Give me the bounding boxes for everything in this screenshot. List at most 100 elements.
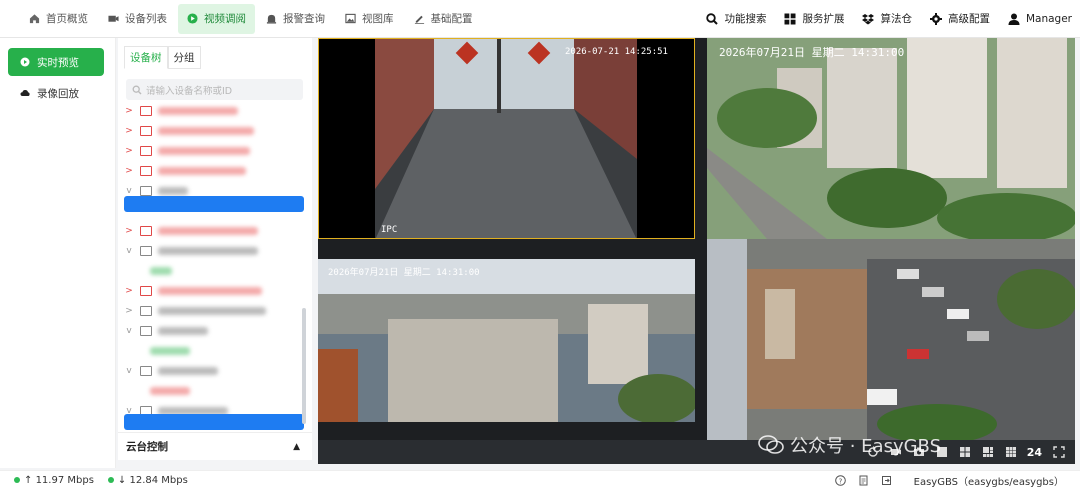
search-icon [132, 85, 142, 94]
advanced-config-button[interactable]: 高级配置 [929, 11, 990, 26]
layout-6-icon[interactable] [982, 446, 994, 458]
wechat-watermark: 公众号 · EasyGBS [758, 432, 941, 458]
user-menu[interactable]: Manager [1008, 13, 1072, 25]
document-icon[interactable] [858, 475, 869, 486]
layout-4-icon[interactable] [959, 446, 971, 458]
function-search-label: 功能搜索 [724, 13, 767, 25]
algorithm-store-button[interactable]: 算法仓 [862, 11, 912, 26]
tree-node[interactable]: v [124, 362, 304, 380]
tree-node[interactable]: v [124, 242, 304, 260]
tab-group[interactable]: 分组 [167, 46, 201, 69]
status-dot [14, 477, 20, 483]
video-frame-indoor [375, 39, 637, 238]
search-icon [706, 12, 719, 25]
export-icon[interactable] [881, 475, 892, 486]
video-frame-city [318, 259, 695, 422]
gear-icon [929, 12, 942, 25]
right-menu: 功能搜索 服务扩展 算法仓 高级配置 Manager [688, 11, 1080, 26]
tree-node[interactable]: > [124, 122, 304, 140]
chevron-down-icon[interactable]: v [124, 246, 134, 256]
tree-node[interactable]: > [124, 102, 304, 120]
folder-icon [140, 226, 152, 236]
selected-channel-row[interactable] [124, 414, 304, 430]
nav-video[interactable]: 视频调阅 [178, 3, 255, 34]
live-preview-label: 实时预览 [37, 56, 79, 69]
nav-alarm[interactable]: 报警查询 [257, 4, 334, 34]
status-dot [107, 477, 114, 483]
chevron-down-icon[interactable]: v [124, 186, 134, 196]
help-icon[interactable]: ? [834, 474, 846, 486]
nav-config[interactable]: 基础配置 [405, 4, 482, 34]
video-cell-4[interactable] [707, 239, 1075, 440]
fullscreen-icon[interactable] [1053, 446, 1065, 458]
redacted-device-name [158, 367, 218, 375]
nav-devices[interactable]: 设备列表 [99, 4, 176, 34]
video-frame-buildings [707, 38, 1075, 239]
device-tree-panel: 设备树 分组 请输入设备名称或ID > > > > v > v > > v v … [118, 38, 312, 460]
tree-channel[interactable] [144, 382, 304, 400]
chevron-right-icon[interactable]: > [124, 146, 134, 156]
tree-channel[interactable] [144, 342, 304, 360]
camera-label: IPC [381, 225, 398, 235]
nav-gallery-label: 视图库 [362, 13, 394, 25]
tree-node[interactable]: > [124, 302, 304, 320]
chevron-right-icon[interactable]: > [124, 306, 134, 316]
layout-9-icon[interactable] [1005, 446, 1017, 458]
tree-channel[interactable] [144, 262, 304, 280]
chevron-right-icon[interactable]: > [124, 166, 134, 176]
redacted-device-name [158, 287, 262, 295]
video-cell-1[interactable]: 2026-07-21 14:25:51 IPC [318, 38, 695, 239]
chevron-down-icon[interactable]: v [124, 326, 134, 336]
live-preview-button[interactable]: 实时预览 [8, 48, 104, 76]
chevron-right-icon[interactable]: > [124, 106, 134, 116]
algorithm-store-label: 算法仓 [880, 13, 912, 25]
tab-device-tree[interactable]: 设备树 [124, 46, 168, 69]
user-name: Manager [1025, 12, 1072, 25]
redacted-device-name [158, 227, 258, 235]
layout-count[interactable]: 24 [1027, 446, 1042, 459]
chevron-right-icon[interactable]: > [124, 286, 134, 296]
home-icon [29, 14, 40, 24]
tree-node[interactable]: > [124, 222, 304, 240]
service-extension-button[interactable]: 服务扩展 [784, 11, 844, 26]
chevron-right-icon[interactable]: > [124, 226, 134, 236]
selected-channel-row[interactable] [124, 196, 304, 212]
device-search-input[interactable]: 请输入设备名称或ID [126, 79, 303, 100]
redacted-channel-name [150, 387, 190, 395]
tree-tabs: 设备树 分组 [124, 46, 201, 69]
tree-node[interactable]: > [124, 162, 304, 180]
top-navigation: 首页概览 设备列表 视频调阅 报警查询 视图库 基础配置 功能搜索 服务扩展 算… [0, 0, 1080, 38]
watermark-text: 公众号 · EasyGBS [790, 436, 942, 457]
chevron-down-icon[interactable]: v [124, 366, 134, 376]
tree-node[interactable]: > [124, 142, 304, 160]
advanced-config-label: 高级配置 [947, 13, 990, 25]
tree-node[interactable]: > [124, 282, 304, 300]
folder-icon [140, 106, 152, 116]
playback-button[interactable]: 录像回放 [8, 79, 104, 107]
ptz-control-header[interactable]: 云台控制 ▲ [118, 432, 312, 460]
search-placeholder: 请输入设备名称或ID [146, 85, 233, 97]
video-timestamp: 2026-07-21 14:25:51 [565, 47, 668, 57]
folder-icon [140, 146, 152, 156]
redacted-device-name [158, 167, 246, 175]
nav-gallery[interactable]: 视图库 [336, 4, 403, 34]
redacted-device-name [158, 307, 266, 315]
redacted-device-name [158, 247, 258, 255]
alarm-icon [266, 14, 277, 24]
tree-node[interactable]: v [124, 322, 304, 340]
redacted-device-name [158, 187, 188, 195]
tree-scrollbar[interactable] [302, 308, 306, 424]
user-icon [1008, 13, 1020, 25]
video-wall: 2026-07-21 14:25:51 IPC 2026年07月21日 星期二 … [318, 38, 1075, 464]
video-cell-2[interactable]: 2026年07月21日 星期二 14:31:00 [707, 38, 1075, 239]
video-cell-3[interactable]: 2026年07月21日 星期二 14:31:00 [318, 259, 695, 422]
chevron-right-icon[interactable]: > [124, 126, 134, 136]
video-toolbar: 24 [318, 440, 1075, 464]
function-search-button[interactable]: 功能搜索 [706, 11, 766, 26]
redacted-channel-name [150, 347, 190, 355]
server-info: EasyGBS（easygbs/easygbs） [913, 476, 1064, 488]
nav-home[interactable]: 首页概览 [20, 4, 97, 34]
dropbox-icon [862, 13, 875, 24]
download-arrow-icon: ↓ [117, 474, 130, 486]
folder-open-icon [140, 246, 152, 256]
